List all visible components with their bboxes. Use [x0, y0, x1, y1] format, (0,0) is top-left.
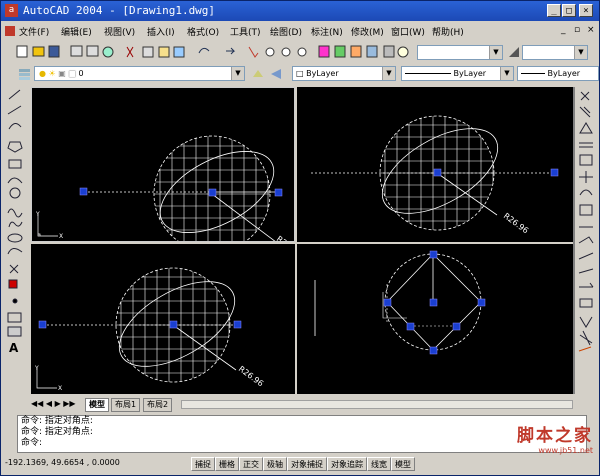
autocad-window: a AutoCAD 2004 - [Drawing1.dwg] _ □ × 文件…	[0, 0, 600, 476]
polar-button[interactable]: 极轴	[263, 457, 287, 471]
horizontal-scrollbar[interactable]	[181, 400, 573, 409]
color-value: ByLayer	[306, 69, 339, 78]
close-button[interactable]: ×	[579, 4, 593, 17]
snap-button[interactable]: 捕捉	[191, 457, 215, 471]
draw-toolbar[interactable]: A	[4, 87, 26, 355]
svg-text:Y: Y	[34, 365, 39, 372]
osnap-button[interactable]: 对象捕捉	[287, 457, 327, 471]
menu-draw[interactable]: 绘图(D)	[270, 25, 302, 38]
make-object-layer-current-icon[interactable]	[251, 67, 265, 81]
model-button[interactable]: 模型	[391, 457, 415, 471]
menu-tools[interactable]: 工具(T)	[230, 25, 261, 38]
sun-icon: ☀	[48, 69, 56, 78]
layer-previous-icon[interactable]	[269, 67, 283, 81]
radius-dimension-top-right: R26.96	[502, 211, 530, 235]
drawing-canvas-bottom-left[interactable]: R26.96 Y X	[31, 244, 295, 394]
standard-toolbar: ▼ ▼	[1, 41, 599, 63]
first-tab-arrow-icon[interactable]: ◀◀	[31, 399, 43, 408]
vertical-scrollbar[interactable]	[573, 87, 575, 394]
grid-button[interactable]: 栅格	[215, 457, 239, 471]
dimension-style-select[interactable]: ▼	[417, 45, 503, 60]
color-swatch-icon: ■	[68, 69, 76, 78]
viewport-top-left[interactable]: R2 Y X	[31, 87, 295, 242]
lineweight-value: ByLayer	[547, 69, 581, 78]
otrack-button[interactable]: 对象追踪	[327, 457, 367, 471]
doc-minimize-icon[interactable]: _	[561, 25, 566, 35]
tab-layout1[interactable]: 布局1	[111, 398, 141, 412]
layer-select[interactable]: ● ☀ ▣ ■ 0 ▼	[34, 66, 245, 81]
next-tab-arrow-icon[interactable]: ▶	[55, 399, 61, 408]
title-bar[interactable]: a AutoCAD 2004 - [Drawing1.dwg] _ □ ×	[1, 1, 599, 21]
menu-modify[interactable]: 修改(M)	[351, 25, 384, 38]
coordinate-readout: -192.1369, 49.6654 , 0.0000	[5, 458, 120, 467]
lineweight-button[interactable]: 线宽	[367, 457, 391, 471]
text-style-select[interactable]: ▼	[522, 45, 588, 60]
lineweight-preview	[521, 73, 545, 74]
svg-text:X: X	[58, 385, 62, 392]
viewport-top-right[interactable]: R26.96	[297, 87, 573, 242]
modify-toolbar[interactable]	[575, 87, 597, 355]
viewport-bottom-right[interactable]	[297, 244, 573, 394]
menu-help[interactable]: 帮助(H)	[432, 25, 464, 38]
viewport-bottom-left[interactable]: R26.96 Y X	[31, 244, 295, 394]
minimize-button[interactable]: _	[547, 4, 561, 17]
color-box-icon: □	[296, 69, 304, 78]
layer-name: 0	[78, 69, 84, 78]
menu-format[interactable]: 格式(O)	[187, 25, 219, 38]
status-bar: -192.1369, 49.6654 , 0.0000 捕捉 栅格 正交 极轴 …	[1, 453, 599, 475]
radius-dimension-cut: R2	[275, 234, 289, 242]
document-icon[interactable]	[5, 26, 15, 36]
linetype-preview	[405, 73, 451, 74]
lineweight-select[interactable]: ByLayer	[517, 66, 599, 81]
svg-text:X: X	[59, 233, 63, 240]
tab-model[interactable]: 模型	[85, 398, 109, 412]
last-tab-arrow-icon[interactable]: ▶▶	[63, 399, 75, 408]
bulb-icon: ●	[39, 69, 46, 78]
maximize-button[interactable]: □	[562, 4, 576, 17]
layer-manager-icon[interactable]	[17, 66, 33, 82]
radius-dimension-bottom-left: R26.96	[237, 364, 265, 388]
drawing-canvas-top-left[interactable]: R2 Y X	[32, 88, 295, 242]
doc-close-icon[interactable]: ×	[587, 25, 595, 35]
tab-navigation[interactable]: ◀◀ ◀ ▶ ▶▶	[31, 397, 87, 410]
linetype-value: ByLayer	[453, 69, 487, 78]
menu-bar: 文件(F) 编辑(E) 视图(V) 插入(I) 格式(O) 工具(T) 绘图(D…	[1, 23, 599, 40]
text-style-icon[interactable]	[507, 45, 521, 59]
menu-view[interactable]: 视图(V)	[104, 25, 135, 38]
ortho-button[interactable]: 正交	[239, 457, 263, 471]
menu-dimension[interactable]: 标注(N)	[311, 25, 343, 38]
menu-window[interactable]: 窗口(W)	[391, 25, 425, 38]
linetype-select[interactable]: ByLayer ▼	[401, 66, 514, 81]
watermark: 脚本之家 www.jb51.net	[453, 421, 593, 455]
prev-tab-arrow-icon[interactable]: ◀	[46, 399, 52, 408]
svg-text:Y: Y	[35, 211, 40, 218]
autocad-app-icon[interactable]: a	[5, 4, 18, 17]
tab-layout2[interactable]: 布局2	[143, 398, 173, 412]
svg-text:A: A	[9, 341, 19, 355]
drawing-canvas-bottom-right[interactable]	[297, 244, 573, 394]
color-select[interactable]: □ ByLayer ▼	[292, 66, 396, 81]
drawing-canvas-top-right[interactable]: R26.96	[297, 87, 573, 242]
window-title: AutoCAD 2004 - [Drawing1.dwg]	[23, 4, 216, 17]
menu-edit[interactable]: 编辑(E)	[61, 25, 92, 38]
menu-file[interactable]: 文件(F)	[19, 25, 49, 38]
doc-restore-icon[interactable]: ▫	[574, 25, 580, 35]
lock-icon: ▣	[58, 69, 66, 78]
layers-toolbar: ● ☀ ▣ ■ 0 ▼ □ ByLayer ▼ ByLayer ▼ ByLaye…	[1, 64, 599, 84]
watermark-text: 脚本之家	[517, 426, 593, 446]
menu-insert[interactable]: 插入(I)	[147, 25, 175, 38]
